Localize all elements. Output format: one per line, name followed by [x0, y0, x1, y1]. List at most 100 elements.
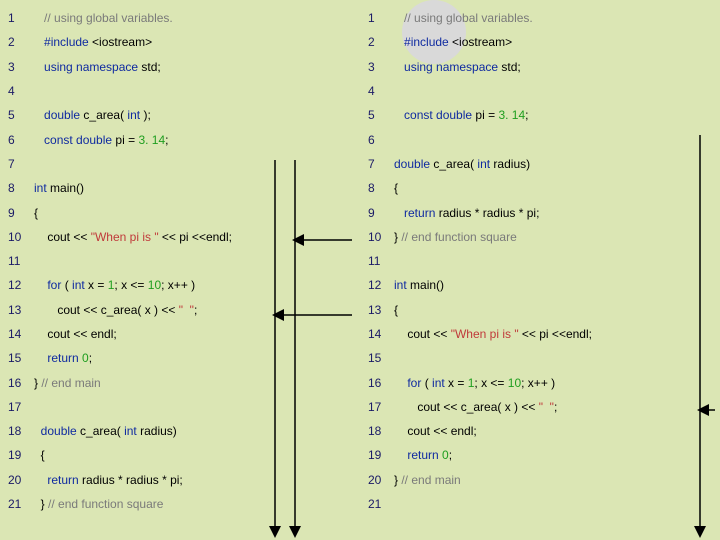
code-text: for ( int x = 1; x <= 10; x++ ): [394, 376, 555, 390]
code-line: 1 // using global variables.: [0, 6, 360, 30]
code-line: 16 for ( int x = 1; x <= 10; x++ ): [360, 370, 720, 394]
line-number: 11: [360, 254, 394, 268]
code-line: 2 #include <iostream>: [0, 30, 360, 54]
code-line: 5 const double pi = 3. 14;: [360, 103, 720, 127]
line-number: 15: [360, 351, 394, 365]
line-number: 3: [0, 60, 34, 74]
code-line: 20} // end main: [360, 468, 720, 492]
code-line: 12int main(): [360, 273, 720, 297]
line-number: 1: [0, 11, 34, 25]
line-number: 2: [0, 35, 34, 49]
line-number: 5: [360, 108, 394, 122]
line-number: 4: [0, 84, 34, 98]
code-line: 10 cout << "When pi is " << pi <<endl;: [0, 225, 360, 249]
code-line: 1 // using global variables.: [360, 6, 720, 30]
code-text: double c_area( int radius): [394, 157, 530, 171]
code-line: 19 {: [0, 443, 360, 467]
code-line: 3 using namespace std;: [0, 55, 360, 79]
code-text: // using global variables.: [34, 11, 173, 25]
code-line: 6 const double pi = 3. 14;: [0, 127, 360, 151]
code-text: } // end function square: [394, 230, 517, 244]
code-text: for ( int x = 1; x <= 10; x++ ): [34, 278, 195, 292]
code-line: 4: [0, 79, 360, 103]
code-text: } // end main: [394, 473, 461, 487]
code-text: } // end function square: [34, 497, 163, 511]
code-line: 2 #include <iostream>: [360, 30, 720, 54]
line-number: 16: [360, 376, 394, 390]
line-number: 4: [360, 84, 394, 98]
line-number: 21: [0, 497, 34, 511]
code-line: 3 using namespace std;: [360, 55, 720, 79]
code-line: 18 cout << endl;: [360, 419, 720, 443]
line-number: 9: [0, 206, 34, 220]
code-panel-left: 1 // using global variables.2 #include <…: [0, 0, 360, 540]
code-line: 14 cout << "When pi is " << pi <<endl;: [360, 322, 720, 346]
code-text: double c_area( int );: [34, 108, 151, 122]
line-number: 17: [0, 400, 34, 414]
code-line: 19 return 0;: [360, 443, 720, 467]
code-line: 7: [0, 152, 360, 176]
code-text: {: [34, 206, 38, 220]
code-text: const double pi = 3. 14;: [394, 108, 528, 122]
line-number: 12: [360, 278, 394, 292]
code-line: 15 return 0;: [0, 346, 360, 370]
line-number: 13: [360, 303, 394, 317]
code-text: cout << "When pi is " << pi <<endl;: [34, 230, 232, 244]
line-number: 14: [360, 327, 394, 341]
line-number: 20: [0, 473, 34, 487]
code-text: {: [394, 181, 398, 195]
line-number: 8: [360, 181, 394, 195]
line-number: 7: [360, 157, 394, 171]
code-line: 13{: [360, 298, 720, 322]
code-text: #include <iostream>: [34, 35, 152, 49]
code-text: return 0;: [394, 448, 452, 462]
line-number: 12: [0, 278, 34, 292]
code-text: const double pi = 3. 14;: [34, 133, 168, 147]
code-text: {: [394, 303, 398, 317]
code-text: cout << c_area( x ) << " ";: [394, 400, 557, 414]
code-line: 6: [360, 127, 720, 151]
line-number: 19: [360, 448, 394, 462]
code-line: 8{: [360, 176, 720, 200]
code-text: // using global variables.: [394, 11, 533, 25]
line-number: 6: [0, 133, 34, 147]
code-text: using namespace std;: [394, 60, 521, 74]
line-number: 18: [360, 424, 394, 438]
code-text: {: [34, 448, 45, 462]
line-number: 15: [0, 351, 34, 365]
code-line: 17: [0, 395, 360, 419]
line-number: 8: [0, 181, 34, 195]
code-line: 17 cout << c_area( x ) << " ";: [360, 395, 720, 419]
code-line: 13 cout << c_area( x ) << " ";: [0, 298, 360, 322]
code-text: cout << endl;: [394, 424, 477, 438]
code-text: double c_area( int radius): [34, 424, 177, 438]
line-number: 9: [360, 206, 394, 220]
code-line: 18 double c_area( int radius): [0, 419, 360, 443]
code-line: 9{: [0, 200, 360, 224]
code-text: cout << "When pi is " << pi <<endl;: [394, 327, 592, 341]
line-number: 14: [0, 327, 34, 341]
code-text: return radius * radius * pi;: [394, 206, 539, 220]
code-line: 7double c_area( int radius): [360, 152, 720, 176]
code-line: 15: [360, 346, 720, 370]
code-line: 14 cout << endl;: [0, 322, 360, 346]
code-text: int main(): [34, 181, 84, 195]
code-line: 8int main(): [0, 176, 360, 200]
line-number: 10: [360, 230, 394, 244]
code-line: 21 } // end function square: [0, 492, 360, 516]
code-text: return radius * radius * pi;: [34, 473, 183, 487]
line-number: 10: [0, 230, 34, 244]
line-number: 6: [360, 133, 394, 147]
line-number: 5: [0, 108, 34, 122]
line-number: 20: [360, 473, 394, 487]
line-number: 18: [0, 424, 34, 438]
code-text: using namespace std;: [34, 60, 161, 74]
code-line: 11: [360, 249, 720, 273]
line-number: 19: [0, 448, 34, 462]
code-line: 12 for ( int x = 1; x <= 10; x++ ): [0, 273, 360, 297]
code-line: 11: [0, 249, 360, 273]
code-line: 21: [360, 492, 720, 516]
line-number: 11: [0, 254, 34, 268]
line-number: 3: [360, 60, 394, 74]
code-line: 10} // end function square: [360, 225, 720, 249]
